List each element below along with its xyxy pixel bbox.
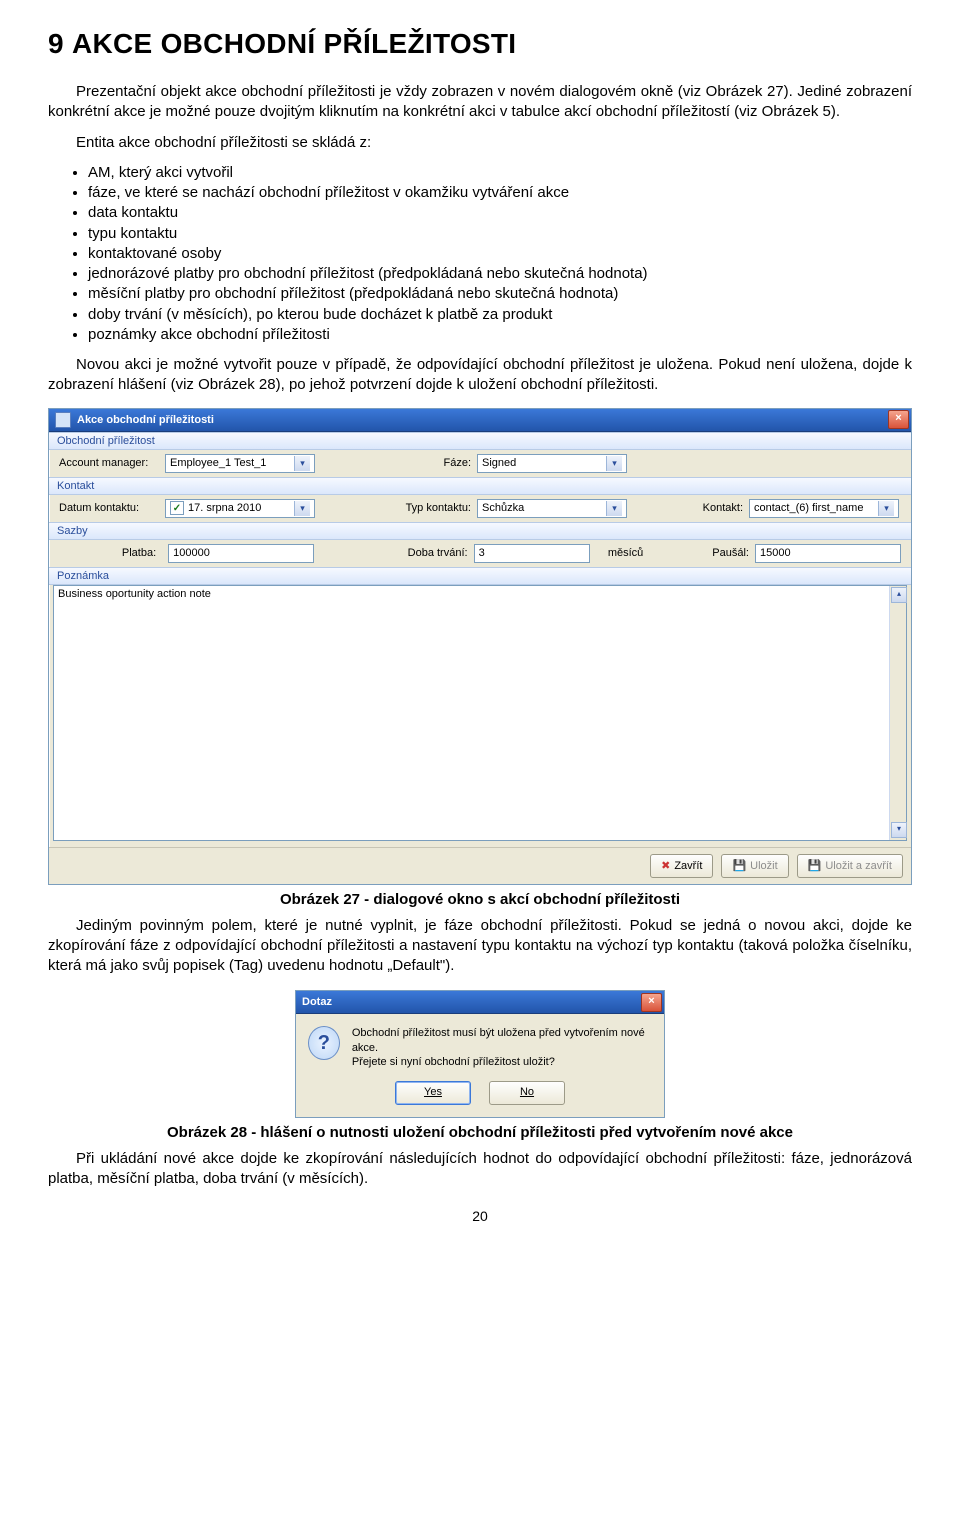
duration-input[interactable]: 3 [474, 544, 591, 563]
date-value: 17. srpna 2010 [188, 502, 261, 514]
save-button-label: Uložit [750, 860, 778, 872]
bullet: fáze, ve které se nachází obchodní příle… [88, 183, 912, 203]
close-button-label: Zavřít [674, 860, 702, 872]
label-pausal: Paušál: [691, 547, 749, 559]
bullet: AM, který akci vytvořil [88, 163, 912, 183]
bullet: doby trvání (v měsících), po kterou bude… [88, 305, 912, 325]
no-button[interactable]: No [489, 1081, 565, 1105]
save-close-button-label: Uložit a zavřít [825, 860, 892, 872]
label-duration: Doba trvání: [380, 547, 467, 559]
scroll-up-icon[interactable]: ▴ [891, 587, 907, 603]
label-phase: Fáze: [431, 457, 471, 469]
scroll-down-icon[interactable]: ▾ [891, 822, 907, 838]
bullet: typu kontaktu [88, 224, 912, 244]
bullet: měsíční platby pro obchodní příležitost … [88, 284, 912, 304]
bullet: data kontaktu [88, 203, 912, 223]
entity-bullets: AM, který akci vytvořil fáze, ve které s… [66, 163, 912, 345]
bullet: kontaktované osoby [88, 244, 912, 264]
confirm-line1: Obchodní příležitost musí být uložena př… [352, 1026, 652, 1055]
close-icon[interactable]: × [888, 410, 909, 429]
bullet: jednorázové platby pro obchodní příležit… [88, 264, 912, 284]
paragraph-2: Entita akce obchodní příležitosti se skl… [48, 133, 912, 153]
pausal-value: 15000 [760, 547, 791, 559]
chevron-down-icon[interactable]: ▾ [878, 501, 894, 516]
save-close-button[interactable]: 💾 Uložit a zavřít [797, 854, 903, 878]
section-heading: 9 AKCE OBCHODNÍ PŘÍLEŽITOSTI [48, 28, 912, 60]
heading-text: AKCE OBCHODNÍ PŘÍLEŽITOSTI [72, 28, 516, 59]
save-icon: 💾 [732, 859, 746, 872]
chevron-down-icon[interactable]: ▾ [294, 501, 310, 516]
close-icon: ✖ [661, 859, 670, 872]
scrollbar[interactable]: ▴ ▾ [889, 586, 906, 840]
page-number: 20 [48, 1208, 912, 1224]
confirm-titlebar[interactable]: Dotaz × [296, 991, 664, 1014]
group-note: Poznámka [49, 567, 911, 585]
note-value: Business oportunity action note [58, 588, 211, 600]
contact-type-value: Schůzka [482, 502, 524, 514]
caption-27: Obrázek 27 - dialogové okno s akcí obcho… [48, 891, 912, 908]
label-am: Account manager: [59, 457, 159, 469]
contact-type-combo[interactable]: Schůzka ▾ [477, 499, 627, 518]
contact-date-picker[interactable]: ✓ 17. srpna 2010 ▾ [165, 499, 315, 518]
app-icon [55, 412, 71, 428]
chevron-down-icon[interactable]: ▾ [294, 456, 310, 471]
save-close-icon: 💾 [808, 859, 822, 872]
label-contact: Kontakt: [683, 502, 743, 514]
heading-number: 9 [48, 28, 64, 59]
account-manager-combo[interactable]: Employee_1 Test_1 ▾ [165, 454, 315, 473]
chevron-down-icon[interactable]: ▾ [606, 456, 622, 471]
paragraph-5: Při ukládání nové akce dojde ke zkopírov… [48, 1149, 912, 1190]
contact-combo[interactable]: contact_(6) first_name ▾ [749, 499, 899, 518]
confirm-line2: Přejete si nyní obchodní příležitost ulo… [352, 1055, 652, 1069]
no-label: No [520, 1086, 534, 1098]
duration-value: 3 [479, 547, 485, 559]
group-kontakt: Kontakt [49, 477, 911, 495]
label-platba: Platba: [59, 547, 162, 559]
confirm-title: Dotaz [302, 996, 641, 1008]
confirm-message: Obchodní příležitost musí být uložena př… [352, 1026, 652, 1069]
label-contact-type: Typ kontaktu: [371, 502, 471, 514]
note-textarea[interactable]: Business oportunity action note ▴ ▾ [53, 585, 907, 841]
close-button[interactable]: ✖ Zavřít [650, 854, 713, 878]
yes-button[interactable]: Yes [395, 1081, 471, 1105]
pausal-input[interactable]: 15000 [755, 544, 901, 563]
label-date: Datum kontaktu: [59, 502, 159, 514]
bullet: poznámky akce obchodní příležitosti [88, 325, 912, 345]
caption-28: Obrázek 28 - hlášení o nutnosti uložení … [48, 1124, 912, 1141]
checkbox-checked-icon[interactable]: ✓ [170, 501, 184, 515]
contact-value: contact_(6) first_name [754, 502, 863, 514]
dialog-button-bar: ✖ Zavřít 💾 Uložit 💾 Uložit a zavřít [49, 847, 911, 884]
yes-label: Yes [424, 1086, 442, 1098]
action-dialog: Akce obchodní příležitosti × Obchodní př… [48, 408, 912, 885]
chevron-down-icon[interactable]: ▾ [606, 501, 622, 516]
question-icon: ? [308, 1026, 340, 1060]
group-opp: Obchodní příležitost [49, 432, 911, 450]
paragraph-1: Prezentační objekt akce obchodní příleži… [48, 82, 912, 123]
paragraph-4: Jediným povinným polem, které je nutné v… [48, 916, 912, 977]
paragraph-3: Novou akci je možné vytvořit pouze v pří… [48, 355, 912, 396]
dialog-title: Akce obchodní příležitosti [77, 414, 888, 426]
confirm-dialog: Dotaz × ? Obchodní příležitost musí být … [295, 990, 665, 1118]
phase-combo[interactable]: Signed ▾ [477, 454, 627, 473]
close-icon[interactable]: × [641, 993, 662, 1012]
label-months: měsíců [596, 547, 654, 559]
payment-input[interactable]: 100000 [168, 544, 314, 563]
am-value: Employee_1 Test_1 [170, 457, 266, 469]
save-button[interactable]: 💾 Uložit [721, 854, 788, 878]
group-sazby: Sazby [49, 522, 911, 540]
dialog-titlebar[interactable]: Akce obchodní příležitosti × [49, 409, 911, 432]
payment-value: 100000 [173, 547, 210, 559]
phase-value: Signed [482, 457, 516, 469]
